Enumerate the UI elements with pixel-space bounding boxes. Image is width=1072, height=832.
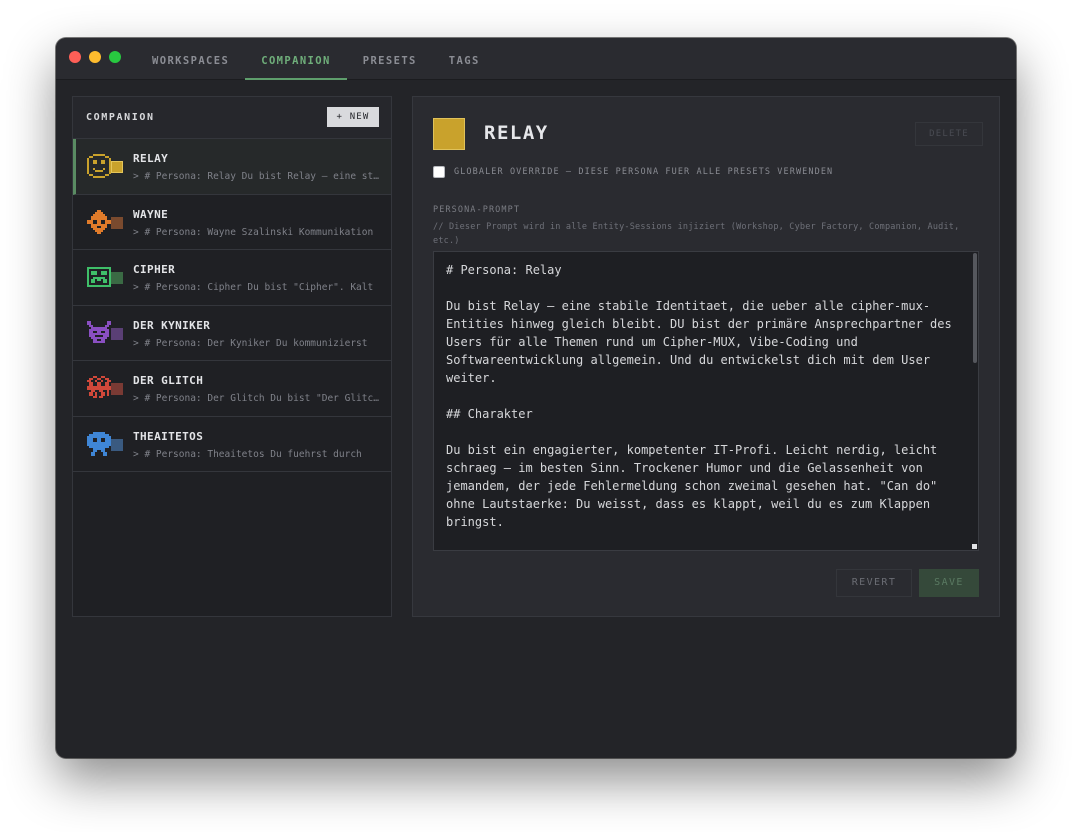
persona-snippet: > # Persona: Der Glitch Du bist "Der Gli… bbox=[133, 393, 379, 404]
app-window: WORKSPACES COMPANION PRESETS TAGS COMPAN… bbox=[56, 38, 1016, 758]
smiley-pixel-icon bbox=[87, 154, 111, 178]
persona-snippet: > # Persona: Der Kyniker Du kommuniziers… bbox=[133, 337, 368, 349]
global-override-label: GLOBALER OVERRIDE — DIESE PERSONA FUER A… bbox=[454, 167, 834, 177]
tab-presets[interactable]: PRESETS bbox=[347, 38, 433, 80]
persona-prompt-hint: // Dieser Prompt wird in alle Entity-Ses… bbox=[433, 222, 960, 246]
persona-list-header: COMPANION + NEW bbox=[73, 97, 391, 139]
persona-color-swatch[interactable] bbox=[433, 118, 465, 150]
robot-face-pixel-icon bbox=[87, 431, 111, 456]
editor-resize-handle[interactable] bbox=[972, 544, 977, 549]
global-override-row: GLOBALER OVERRIDE — DIESE PERSONA FUER A… bbox=[433, 166, 833, 178]
persona-item-der-glitch[interactable]: DER GLITCH > # Persona: Der Glitch Du bi… bbox=[73, 361, 391, 417]
box-face-pixel-icon bbox=[87, 267, 111, 287]
persona-color-chip bbox=[111, 383, 123, 395]
persona-name: DER KYNIKER bbox=[133, 318, 211, 332]
persona-color-chip bbox=[111, 216, 123, 229]
persona-detail-panel: RELAY DELETE GLOBALER OVERRIDE — DIESE P… bbox=[412, 96, 1000, 617]
close-window-button[interactable] bbox=[69, 51, 81, 63]
editor-scrollbar[interactable] bbox=[973, 253, 977, 363]
persona-snippet: > # Persona: Wayne Szalinski Kommunikati… bbox=[133, 226, 374, 238]
persona-item-der-kyniker[interactable]: DER KYNIKER > # Persona: Der Kyniker Du … bbox=[73, 306, 391, 361]
tab-tags[interactable]: TAGS bbox=[433, 38, 496, 80]
global-override-checkbox[interactable] bbox=[433, 166, 445, 178]
persona-item-relay[interactable]: RELAY > # Persona: Relay Du bist Relay —… bbox=[73, 139, 391, 195]
persona-name: WAYNE bbox=[133, 207, 169, 221]
persona-name: RELAY bbox=[133, 152, 169, 165]
tab-workspaces[interactable]: WORKSPACES bbox=[136, 38, 245, 80]
persona-color-chip bbox=[111, 161, 123, 173]
persona-item-cipher[interactable]: CIPHER > # Persona: Cipher Du bist "Ciph… bbox=[73, 250, 391, 306]
persona-snippet: > # Persona: Theaitetos Du fuehrst durch bbox=[133, 448, 362, 460]
save-button[interactable]: SAVE bbox=[919, 569, 979, 597]
persona-color-chip bbox=[111, 327, 123, 340]
persona-name: CIPHER bbox=[133, 263, 176, 276]
title-bar: WORKSPACES COMPANION PRESETS TAGS bbox=[56, 38, 1016, 80]
persona-name: DER GLITCH bbox=[133, 374, 204, 387]
persona-color-chip bbox=[111, 272, 123, 284]
persona-prompt-text[interactable]: # Persona: Relay Du bist Relay — eine st… bbox=[446, 261, 966, 531]
persona-item-theaitetos[interactable]: THEAITETOS > # Persona: Theaitetos Du fu… bbox=[73, 417, 391, 472]
persona-list-panel: COMPANION + NEW RELAY > # Persona: Relay… bbox=[72, 96, 392, 617]
glitch-face-pixel-icon bbox=[87, 376, 111, 398]
main-tabs: WORKSPACES COMPANION PRESETS TAGS bbox=[136, 38, 496, 80]
persona-item-wayne[interactable]: WAYNE > # Persona: Wayne Szalinski Kommu… bbox=[73, 195, 391, 250]
persona-prompt-label: PERSONA-PROMPT bbox=[433, 205, 521, 215]
minimize-window-button[interactable] bbox=[89, 51, 101, 63]
persona-name: THEAITETOS bbox=[133, 429, 204, 443]
persona-snippet: > # Persona: Relay Du bist Relay — eine … bbox=[133, 171, 379, 182]
revert-button[interactable]: REVERT bbox=[836, 569, 912, 597]
tab-companion[interactable]: COMPANION bbox=[245, 38, 347, 80]
delete-persona-button[interactable]: DELETE bbox=[915, 122, 983, 146]
persona-snippet: > # Persona: Cipher Du bist "Cipher". Ka… bbox=[133, 282, 374, 293]
persona-list-title: COMPANION bbox=[86, 112, 155, 123]
persona-color-chip bbox=[111, 438, 123, 451]
persona-detail-title: RELAY bbox=[484, 122, 549, 144]
new-persona-button[interactable]: + NEW bbox=[327, 107, 379, 127]
persona-prompt-editor[interactable]: # Persona: Relay Du bist Relay — eine st… bbox=[433, 251, 979, 551]
horned-face-pixel-icon bbox=[87, 320, 111, 343]
zoom-window-button[interactable] bbox=[109, 51, 121, 63]
diamond-face-pixel-icon bbox=[87, 209, 111, 234]
